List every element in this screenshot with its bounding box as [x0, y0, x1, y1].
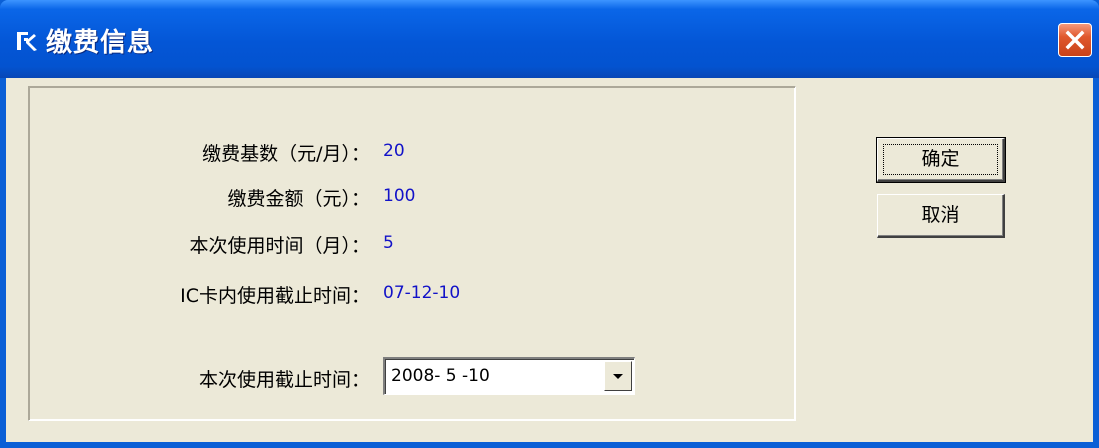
field-value-ic-deadline: 07-12-10 — [383, 283, 461, 303]
field-value-base: 20 — [383, 141, 405, 161]
close-icon — [1065, 30, 1085, 50]
payment-info-groupbox: 缴费基数（元/月）： 20 缴费金额（元）： 100 本次使用时间（月）： 5 … — [28, 86, 796, 421]
window-title: 缴费信息 — [46, 28, 155, 58]
deadline-date-value[interactable]: 2008- 5 -10 — [391, 366, 490, 386]
field-label-base: 缴费基数（元/月）： — [202, 143, 370, 165]
field-label-ic-deadline: IC卡内使用截止时间： — [180, 285, 370, 307]
deadline-date-picker[interactable]: 2008- 5 -10 — [383, 357, 635, 395]
cancel-button[interactable]: 取消 — [877, 194, 1005, 238]
ok-button[interactable]: 确定 — [876, 137, 1006, 183]
deadline-label: 本次使用截止时间： — [198, 369, 370, 391]
focus-rect — [883, 144, 998, 175]
field-value-usage-months: 5 — [383, 233, 394, 253]
dialog-window: 缴费信息 缴费基数（元/月）： 20 缴费金额（元）： 100 本次使用时间（月… — [0, 0, 1099, 448]
field-value-amount: 100 — [383, 186, 416, 206]
field-label-amount: 缴费金额（元）： — [227, 188, 370, 210]
close-button[interactable] — [1058, 23, 1092, 57]
cancel-button-label: 取消 — [921, 204, 960, 226]
app-logo-icon — [17, 32, 37, 51]
field-label-usage-months: 本次使用时间（月）： — [189, 235, 370, 257]
chevron-down-icon — [613, 374, 623, 379]
dropdown-button[interactable] — [604, 361, 632, 391]
dialog-client-area: 缴费基数（元/月）： 20 缴费金额（元）： 100 本次使用时间（月）： 5 … — [6, 78, 1093, 442]
title-bar[interactable]: 缴费信息 — [0, 0, 1099, 78]
